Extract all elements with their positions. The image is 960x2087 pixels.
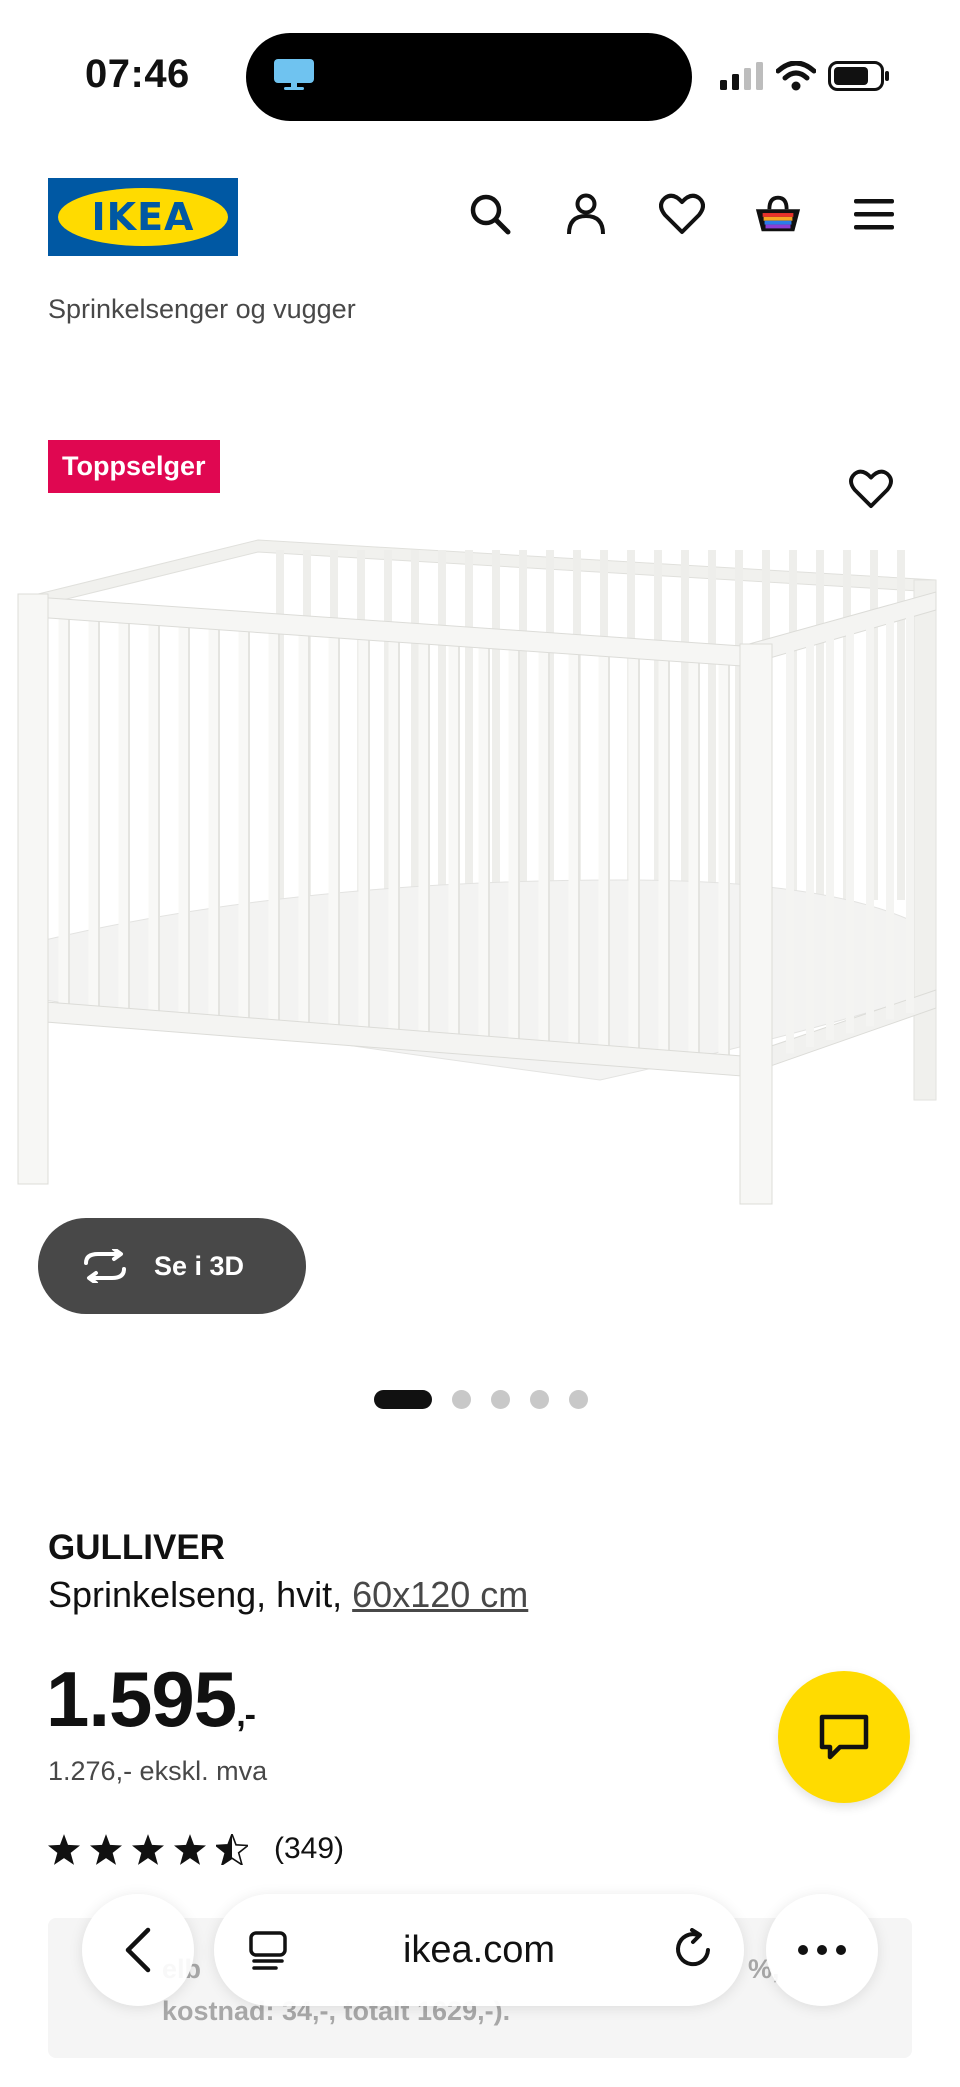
rating-stars — [48, 1833, 248, 1865]
browser-toolbar: ikea.com — [0, 1886, 960, 2016]
heart-icon — [849, 469, 893, 509]
dynamic-island — [246, 33, 692, 121]
battery-icon — [828, 61, 889, 91]
product-price: 1.595,- — [46, 1654, 256, 1745]
side-slats — [786, 613, 914, 1054]
price-main: 1.595 — [46, 1655, 237, 1743]
crib-illustration — [17, 539, 937, 1205]
review-count: (349) — [274, 1832, 345, 1865]
product-description: Sprinkelseng, hvit, 60x120 cm — [48, 1574, 528, 1616]
ellipsis-icon — [798, 1945, 846, 1955]
chat-icon — [819, 1714, 869, 1760]
status-indicators — [720, 60, 890, 92]
logo-text: IKEA — [91, 195, 195, 239]
gallery-dot[interactable] — [530, 1390, 549, 1409]
gallery-dot[interactable] — [569, 1390, 588, 1409]
site-header: IKEA — [0, 170, 960, 260]
ikea-logo[interactable]: IKEA — [48, 178, 238, 256]
account-button[interactable] — [562, 190, 610, 238]
header-actions — [466, 190, 898, 238]
gallery-dot[interactable] — [374, 1390, 432, 1409]
status-time: 07:46 — [85, 52, 190, 96]
breadcrumb[interactable]: Sprinkelsenger og vugger — [48, 294, 356, 325]
view-in-3d-label: Se i 3D — [154, 1250, 245, 1281]
star-icon — [132, 1833, 164, 1865]
status-bar: 07:46 — [0, 0, 960, 121]
basket-button[interactable] — [754, 190, 802, 238]
gallery-pagination — [374, 1390, 588, 1409]
rating[interactable]: (349) — [48, 1832, 344, 1866]
rotate-3d-icon — [84, 1249, 126, 1283]
size-link[interactable]: 60x120 cm — [352, 1574, 528, 1615]
price-suffix: ,- — [236, 1696, 256, 1734]
chevron-left-icon — [125, 1927, 151, 1973]
reload-icon[interactable] — [672, 1928, 714, 1970]
basket-icon — [755, 195, 801, 232]
price-excl-vat: 1.276,- ekskl. mva — [48, 1756, 268, 1786]
menu-icon — [854, 199, 894, 230]
half-star-icon — [216, 1833, 248, 1865]
star-icon — [174, 1833, 206, 1865]
heart-icon — [659, 193, 705, 234]
account-icon — [567, 193, 605, 235]
product-name: GULLIVER — [48, 1528, 225, 1567]
logo-oval: IKEA — [58, 188, 228, 246]
chat-button[interactable] — [778, 1671, 910, 1803]
cellular-signal-icon — [720, 62, 763, 90]
address-bar[interactable]: ikea.com — [214, 1894, 744, 2006]
back-button[interactable] — [82, 1894, 194, 2006]
star-icon — [90, 1833, 122, 1865]
search-icon — [470, 194, 511, 235]
gallery-dot[interactable] — [491, 1390, 510, 1409]
product-description-text: Sprinkelseng, hvit, — [48, 1574, 353, 1615]
url-text: ikea.com — [402, 1928, 556, 1971]
gallery-dot[interactable] — [452, 1390, 471, 1409]
wifi-icon — [776, 61, 816, 91]
view-in-3d-button[interactable]: Se i 3D — [38, 1218, 306, 1314]
add-to-favourites-button[interactable] — [844, 462, 898, 516]
top-seller-badge: Toppselger — [48, 440, 220, 493]
more-options-button[interactable] — [766, 1894, 878, 2006]
product-image[interactable] — [0, 520, 960, 1220]
star-icon — [48, 1833, 80, 1865]
screen-share-icon — [274, 59, 314, 90]
menu-button[interactable] — [850, 190, 898, 238]
search-button[interactable] — [466, 190, 514, 238]
favourites-button[interactable] — [658, 190, 706, 238]
